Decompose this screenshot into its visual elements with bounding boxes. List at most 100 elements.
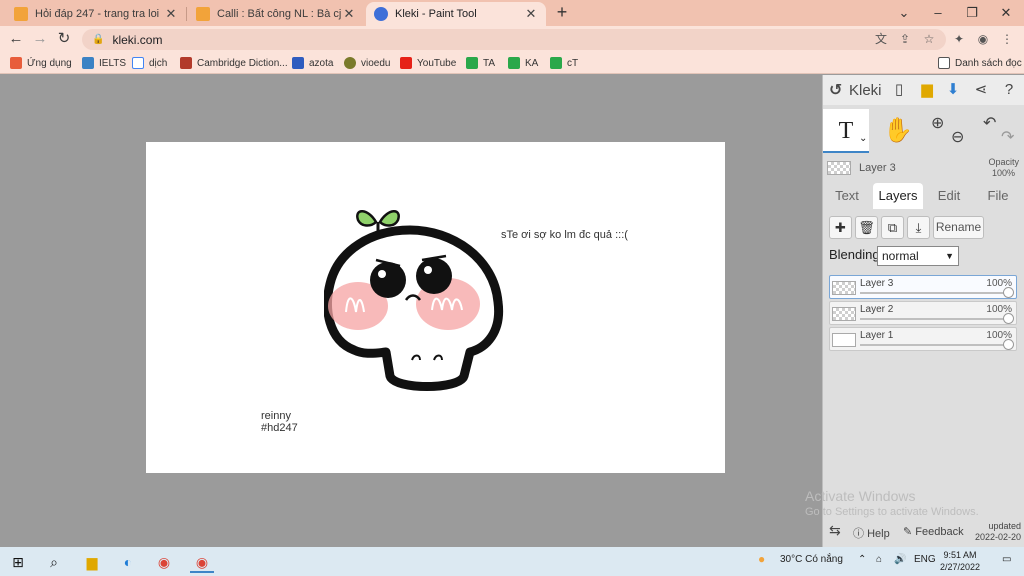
text-tool-button[interactable]: T ⌄ [823,109,869,153]
swap-sides-icon[interactable]: ⇆ [829,522,841,539]
add-layer-button[interactable]: ✚ [829,216,852,239]
tab-file[interactable]: File [975,183,1021,209]
layer-opacity-handle[interactable] [1003,287,1014,298]
translate-icon[interactable]: 文 [872,29,890,49]
close-tab-icon[interactable]: ✕ [342,6,356,22]
tab-hoidap[interactable]: Hỏi đáp 247 - trang tra loi ✕ [6,2,186,26]
more-menu-icon[interactable]: ⋮ [998,29,1016,49]
volume-icon[interactable]: 🔊 [894,554,906,565]
notification-icon[interactable]: ▭ [1002,554,1011,565]
forward-button[interactable]: → [30,29,50,49]
bookmark-apps[interactable]: Ứng dụng [10,55,72,71]
bookmark-star-icon[interactable]: ☆ [920,29,938,49]
bookmark-vioedu[interactable]: vioedu [344,55,390,71]
bookmark-label: YouTube [417,57,457,69]
reading-list-button[interactable]: Danh sách đọc [938,55,1022,71]
reload-button[interactable]: ↻ [54,29,74,49]
tool-row: T ⌄ ✋ ⊕ ⊖ ↶ ↷ [823,109,1024,153]
layer-opacity-handle[interactable] [1003,313,1014,324]
close-window-button[interactable]: ✕ [992,3,1020,23]
delete-layer-button[interactable]: 🗑 [855,216,878,239]
current-layer-header: Layer 3 Opacity 100% [823,155,1024,181]
undo-icon[interactable]: ↶ [983,113,996,133]
language-indicator[interactable]: ENG [914,554,936,565]
extensions-icon[interactable]: ✦ [950,29,968,49]
blending-select[interactable]: normal ▼ [877,246,959,266]
open-folder-icon[interactable]: ▆ [917,80,937,100]
file-explorer-icon[interactable]: ▆ [80,551,104,573]
canvas-workspace[interactable]: sTe ơi sợ ko lm đc quả :::( reinny #hd24… [0,75,822,547]
help-circle-icon[interactable]: ? [999,80,1019,100]
close-tab-icon[interactable]: ✕ [524,6,538,22]
layer-thumbnail [832,281,856,295]
hand-tool-button[interactable]: ✋ [875,109,921,153]
search-icon[interactable]: ⌕ [42,551,66,573]
current-layer-thumbnail [827,161,851,175]
layer-opacity-slider[interactable] [860,292,1004,294]
redo-icon[interactable]: ↷ [1001,127,1014,147]
tray-expand-icon[interactable]: ⌃ [858,554,866,565]
layer-item[interactable]: Layer 3 100% [829,275,1017,299]
drawing-canvas[interactable]: sTe ơi sợ ko lm đc quả :::( reinny #hd24… [146,142,725,473]
bookmark-label: azota [309,57,334,69]
minimize-button[interactable]: – [924,3,952,23]
zoom-out-icon[interactable]: ⊖ [951,127,964,147]
share-icon[interactable]: ⋖ [971,80,991,100]
right-eye [416,258,452,294]
chrome-icon[interactable]: ◉ [152,551,176,573]
bookmark-ielts[interactable]: IELTS [82,55,126,71]
bookmark-dich[interactable]: dịch [132,55,167,71]
help-link[interactable]: ⓘ Help [853,525,890,541]
bookmark-cambridge[interactable]: Cambridge Diction... [180,55,288,71]
clock-date: 2/27/2022 [939,562,980,572]
tab-edit[interactable]: Edit [927,183,971,209]
edge-icon[interactable]: ◐ [116,551,140,573]
tab-text[interactable]: Text [825,183,869,209]
layer-opacity-slider[interactable] [860,318,1004,320]
duplicate-layer-button[interactable]: ⧉ [881,216,904,239]
tab-calli[interactable]: Calli : Bất công NL : Bà cj t ngủ N ✕ [188,2,364,26]
bookmark-label: KA [525,57,539,69]
kleki-brand: Kleki [849,82,882,99]
chrome-active-icon[interactable]: ◉ [190,551,214,573]
download-icon[interactable]: ⬇ [943,80,963,100]
zoom-in-icon[interactable]: ⊕ [931,113,944,133]
lock-icon: 🔒 [92,34,105,45]
cambridge-icon [180,57,192,69]
current-layer-name: Layer 3 [859,162,896,174]
restore-button[interactable]: ❐ [958,3,986,23]
profile-avatar-icon[interactable]: ◉ [974,29,992,49]
bookmark-ta[interactable]: TA [466,55,495,71]
rename-layer-button[interactable]: Rename [933,216,984,239]
tab-search-icon[interactable]: ⌄ [890,3,918,23]
feedback-link[interactable]: ✎ Feedback [903,525,964,538]
system-clock[interactable]: 9:51 AM 2/27/2022 [940,549,980,573]
clock-time: 9:51 AM [943,550,977,560]
updated-label: updated [988,521,1021,531]
new-image-icon[interactable]: ▯ [889,80,909,100]
tab-kleki[interactable]: Kleki - Paint Tool ✕ [366,2,546,26]
share-icon[interactable]: ⇪ [896,29,914,49]
help-label: Help [867,528,890,540]
windows-start-icon[interactable]: ⊞ [6,551,30,573]
layer-opacity-slider[interactable] [860,344,1004,346]
bookmark-label: vioedu [361,57,391,69]
merge-layer-button[interactable]: ⤓ [907,216,930,239]
back-button[interactable]: ← [6,29,26,49]
bookmark-azota[interactable]: azota [292,55,333,71]
layer-item[interactable]: Layer 2 100% [829,301,1017,325]
layer-thumbnail [832,307,856,321]
layer-item[interactable]: Layer 1 100% [829,327,1017,351]
network-icon[interactable]: ⌂ [876,554,882,565]
bookmark-youtube[interactable]: YouTube [400,55,456,71]
weather-text[interactable]: 30°C Có nắng [780,554,843,565]
new-tab-button[interactable]: + [552,3,572,23]
apps-grid-icon [10,57,22,69]
close-tab-icon[interactable]: ✕ [164,6,178,22]
layer-opacity-handle[interactable] [1003,339,1014,350]
address-bar[interactable]: 🔒 kleki.com [82,29,946,50]
canvas-caption-tag: #hd247 [261,422,298,434]
bookmark-ct[interactable]: cT [550,55,578,71]
bookmark-ka[interactable]: KA [508,55,538,71]
tab-layers[interactable]: Layers [873,183,923,209]
